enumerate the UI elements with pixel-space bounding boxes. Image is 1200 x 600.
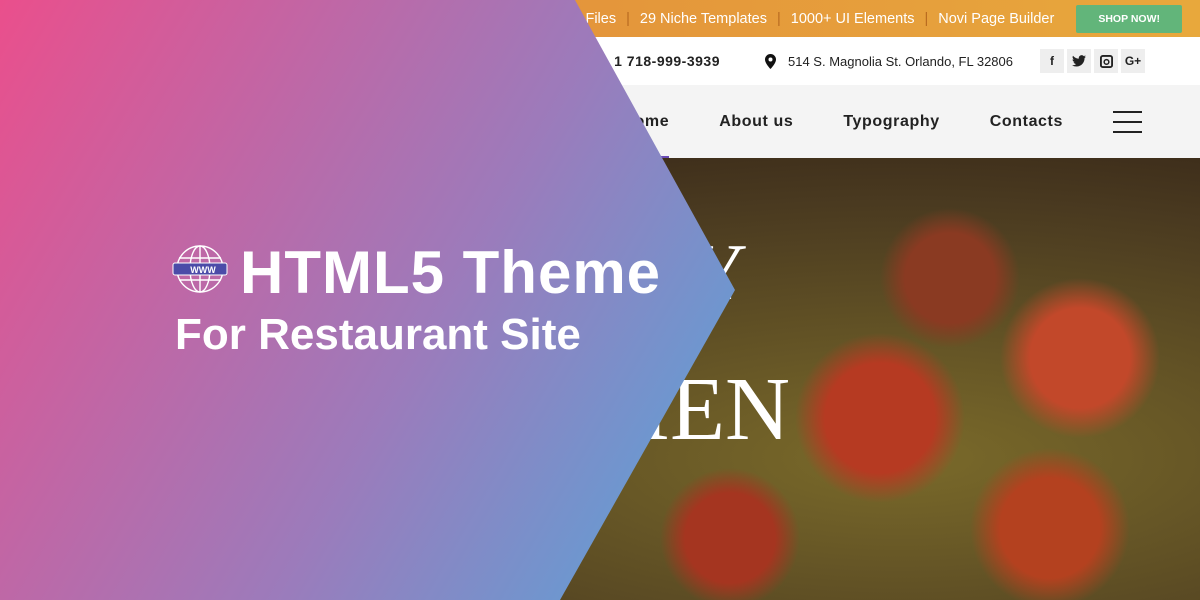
twitter-icon[interactable] [1067,49,1091,73]
google-plus-icon[interactable]: G+ [1121,49,1145,73]
promo-item: 29 Niche Templates [639,10,767,27]
globe-www-icon: WWW [172,245,228,293]
promo-item: 1000+ UI Elements [790,10,915,27]
phone-number[interactable]: 1 718-999-3939 [614,53,720,69]
nav-typography[interactable]: Typography [843,113,939,131]
svg-text:WWW: WWW [190,265,216,275]
nav-about-us[interactable]: About us [719,113,793,131]
address: 514 S. Magnolia St. Orlando, FL 32806 [765,53,1013,69]
map-pin-icon [765,53,776,69]
nav-contacts[interactable]: Contacts [990,113,1063,131]
promo-item: Novi Page Builder [938,10,1055,27]
menu-icon[interactable] [1113,110,1142,133]
facebook-icon[interactable]: f [1040,49,1064,73]
banner-title: HTML5 Theme [240,239,662,306]
address-text: 514 S. Magnolia St. Orlando, FL 32806 [788,53,1013,69]
instagram-icon[interactable] [1094,49,1118,73]
banner-subtitle: For Restaurant Site [175,310,581,359]
shop-now-button[interactable]: SHOP NOW! [1076,4,1182,33]
